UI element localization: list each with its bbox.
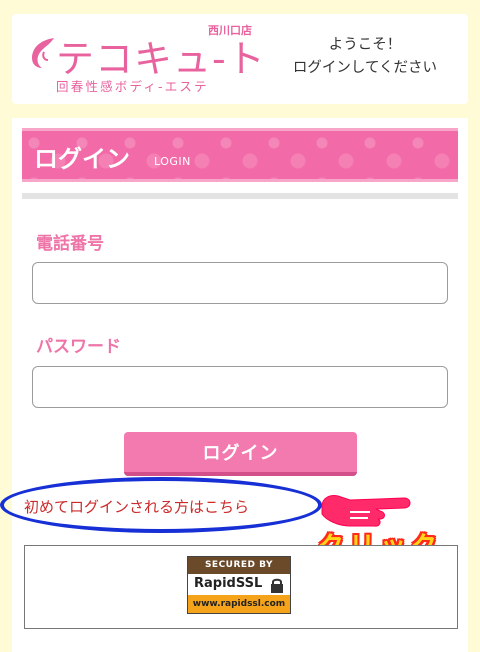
logo-branch-text: 西川口店 (208, 24, 252, 37)
phone-label: 電話番号 (36, 234, 104, 254)
logo-tagline-text: 回春性感ボディ-エステ (56, 79, 209, 94)
divider (22, 193, 458, 199)
phone-input[interactable] (32, 262, 448, 304)
password-label: パスワード (36, 337, 121, 357)
site-logo[interactable]: テコキュ-ト 西川口店 回春性感ボディ-エステ (26, 20, 265, 100)
logo-silhouette-icon (32, 38, 54, 68)
ssl-top-text: SECURED BY (188, 557, 290, 574)
first-login-link[interactable]: 初めてログインされる方はこちら (24, 496, 249, 517)
welcome-message: ようこそ！ ログインしてください (270, 34, 460, 80)
banner-subtitle: LOGIN (154, 155, 191, 168)
ssl-brand-text: RapidSSL (194, 576, 263, 591)
welcome-line-1: ようこそ！ (328, 37, 402, 53)
pointing-hand-icon (321, 495, 411, 527)
welcome-line-2: ログインしてください (292, 60, 438, 76)
lock-icon (271, 578, 283, 593)
banner-title: ログイン (34, 145, 130, 173)
ssl-seal-box: SECURED BY RapidSSL www.rapidssl.com (24, 545, 458, 629)
password-input[interactable] (32, 366, 448, 408)
login-banner: ログイン LOGIN (22, 128, 458, 182)
header-card: テコキュ-ト 西川口店 回春性感ボディ-エステ ようこそ！ ログインしてください (12, 14, 468, 104)
ssl-badge[interactable]: SECURED BY RapidSSL www.rapidssl.com (187, 556, 291, 614)
login-button[interactable]: ログイン (124, 432, 357, 476)
ssl-url-text: www.rapidssl.com (188, 595, 290, 613)
